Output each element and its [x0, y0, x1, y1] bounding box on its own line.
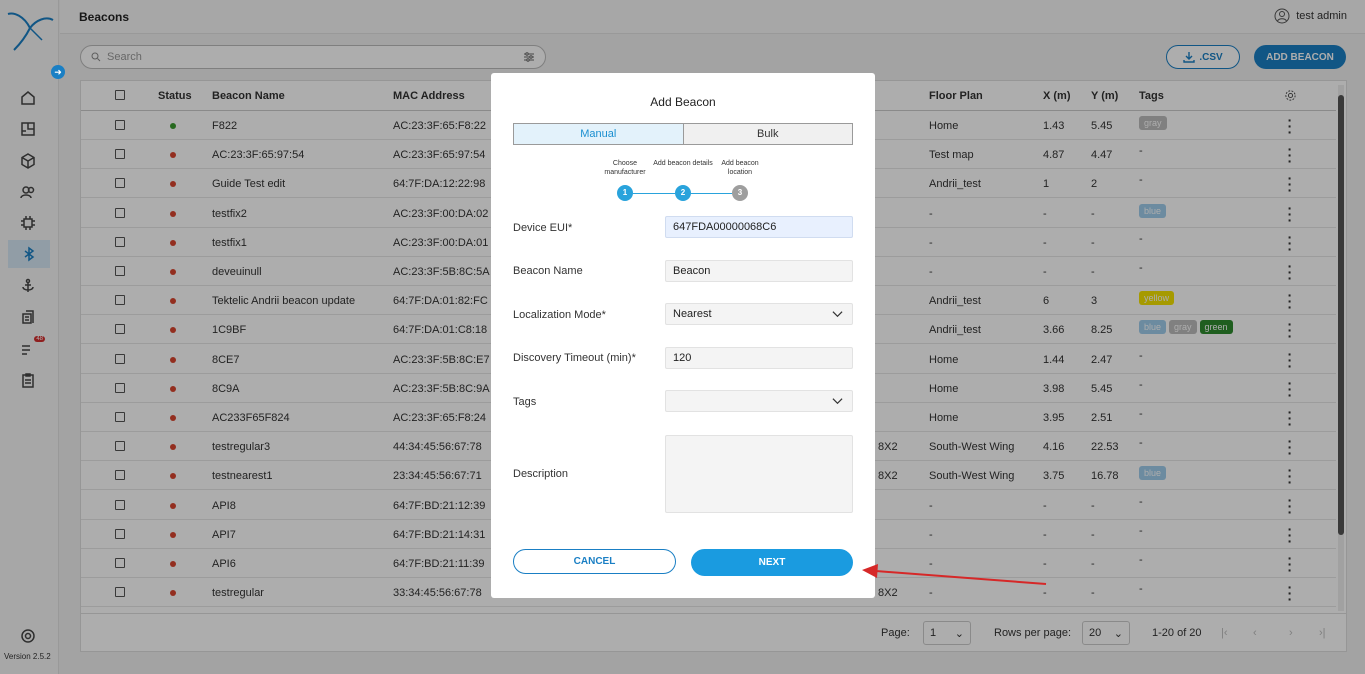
cancel-button[interactable]: CANCEL [513, 549, 676, 574]
discovery-timeout-field[interactable]: 120 [665, 347, 853, 369]
beacon-name-label: Beacon Name [513, 265, 583, 277]
chevron-down-icon [832, 311, 843, 318]
beacon-name-field[interactable]: Beacon [665, 260, 853, 282]
localization-mode-value: Nearest [673, 308, 712, 320]
step-connector [633, 193, 675, 194]
step-3: 3 [732, 185, 748, 201]
discovery-timeout-label: Discovery Timeout (min)* [513, 352, 636, 364]
tags-label: Tags [513, 396, 537, 408]
device-eui-label: Device EUI* [513, 222, 573, 234]
next-button[interactable]: NEXT [691, 549, 853, 576]
step-2-label: Add beacon details [653, 160, 713, 167]
dialog-title: Add Beacon [650, 95, 716, 109]
localization-mode-label: Localization Mode* [513, 309, 606, 321]
localization-mode-select[interactable]: Nearest [665, 303, 853, 325]
tags-select[interactable] [665, 390, 853, 412]
tab-bulk[interactable]: Bulk [683, 124, 852, 144]
step-2: 2 [675, 185, 691, 201]
expand-sidebar-icon[interactable]: ➜ [51, 65, 65, 79]
step-connector [691, 193, 732, 194]
chevron-down-icon [832, 398, 843, 405]
add-beacon-dialog: Add Beacon Manual Bulk Choose manufactur… [491, 73, 875, 598]
tab-manual[interactable]: Manual [514, 124, 684, 144]
mode-tabs: Manual Bulk [513, 123, 853, 145]
description-textarea[interactable] [665, 435, 853, 513]
step-1-label: Choose manufacturer [604, 160, 646, 176]
description-label: Description [513, 468, 569, 480]
step-3-label: Add beacon location [721, 160, 759, 176]
step-1: 1 [617, 185, 633, 201]
device-eui-field[interactable]: 647FDA00000068C6 [665, 216, 853, 238]
